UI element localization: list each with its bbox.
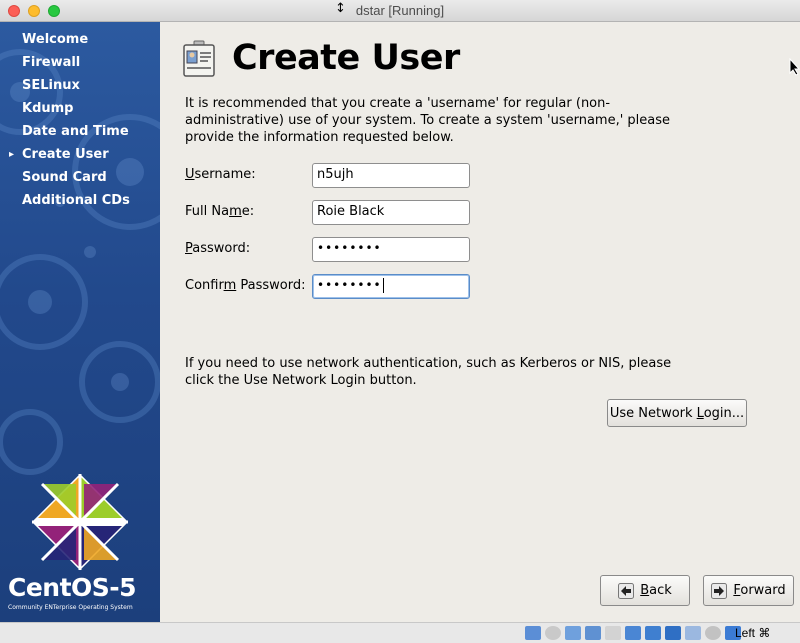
mouse-integration-icon[interactable]	[705, 626, 721, 640]
vm-screen: Welcome Firewall SELinux Kdump Date and …	[0, 22, 800, 622]
username-input[interactable]: n5ujh	[312, 163, 470, 188]
step-selinux: SELinux	[0, 74, 160, 97]
confirm-password-input[interactable]: ••••••••	[312, 274, 470, 299]
step-label: Create User	[22, 147, 109, 162]
step-firewall: Firewall	[0, 51, 160, 74]
step-sound-card: Sound Card	[0, 166, 160, 189]
fullname-label: Full Name:	[185, 204, 255, 219]
back-button[interactable]: Back	[600, 575, 690, 606]
confirm-password-row: Confirm Password: ••••••••	[185, 274, 485, 300]
step-kdump: Kdump	[0, 97, 160, 120]
host-key-label: Left ⌘	[735, 626, 771, 640]
shared-folders-icon[interactable]	[625, 626, 641, 640]
use-network-login-button[interactable]: Use Network Login...	[607, 399, 747, 427]
step-label: Sound Card	[22, 170, 107, 185]
main-panel: Create User It is recommended that you c…	[160, 22, 800, 622]
centos-logo-icon	[31, 473, 129, 571]
current-step-arrow-icon: ▸	[9, 149, 15, 160]
network-icon[interactable]	[585, 626, 601, 640]
text-caret	[382, 278, 384, 293]
arrow-left-icon	[618, 582, 635, 599]
vm-statusbar: Left ⌘	[0, 622, 800, 643]
statusbar-icons	[525, 626, 741, 640]
step-label: Kdump	[22, 101, 74, 116]
page-title: Create User	[232, 38, 460, 78]
step-label: Welcome	[22, 32, 89, 47]
centos-wordmark: CentOS-5	[8, 573, 137, 602]
step-additional-cds: Additional CDs	[0, 189, 160, 212]
id-card-icon	[183, 40, 215, 77]
username-label: Username:	[185, 167, 256, 182]
step-label: SELinux	[22, 78, 80, 93]
confirm-password-label: Confirm Password:	[185, 278, 306, 293]
password-label: Password:	[185, 241, 251, 256]
forward-button[interactable]: Forward	[703, 575, 794, 606]
intro-text: It is recommended that you create a 'use…	[185, 96, 671, 145]
fullname-input[interactable]: Roie Black	[312, 200, 470, 225]
network-auth-note: If you need to use network authenticatio…	[185, 356, 672, 388]
arrow-right-icon	[711, 582, 728, 599]
network-login-label: Use Network Login...	[609, 405, 745, 421]
optical-drive-icon[interactable]	[545, 626, 561, 640]
step-create-user: ▸ Create User	[0, 143, 160, 166]
hard-disk-icon[interactable]	[525, 626, 541, 640]
step-welcome: Welcome	[0, 28, 160, 51]
window-title: dstar [Running]	[355, 3, 445, 18]
display-icon[interactable]	[645, 626, 661, 640]
forward-label: Forward	[733, 583, 786, 598]
back-label: Back	[640, 583, 672, 598]
username-row: Username: n5ujh	[185, 163, 485, 189]
video-capture-icon[interactable]	[665, 626, 681, 640]
password-input[interactable]: ••••••••	[312, 237, 470, 262]
firstboot-sidebar: Welcome Firewall SELinux Kdump Date and …	[0, 22, 160, 622]
window-titlebar: ↕ dstar [Running]	[0, 0, 800, 22]
usb-icon[interactable]	[605, 626, 621, 640]
step-date-and-time: Date and Time	[0, 120, 160, 143]
step-label: Additional CDs	[22, 193, 130, 208]
confirm-password-value: ••••••••	[317, 278, 382, 292]
steps-list: Welcome Firewall SELinux Kdump Date and …	[0, 28, 160, 212]
audio-icon[interactable]	[565, 626, 581, 640]
centos-tagline: Community ENTerprise Operating System	[8, 604, 133, 611]
mouse-pointer-icon	[789, 58, 800, 76]
step-label: Firewall	[22, 55, 81, 70]
virtualization-icon[interactable]	[685, 626, 701, 640]
fullname-row: Full Name: Roie Black	[185, 200, 485, 226]
password-row: Password: ••••••••	[185, 237, 485, 263]
step-label: Date and Time	[22, 124, 129, 139]
